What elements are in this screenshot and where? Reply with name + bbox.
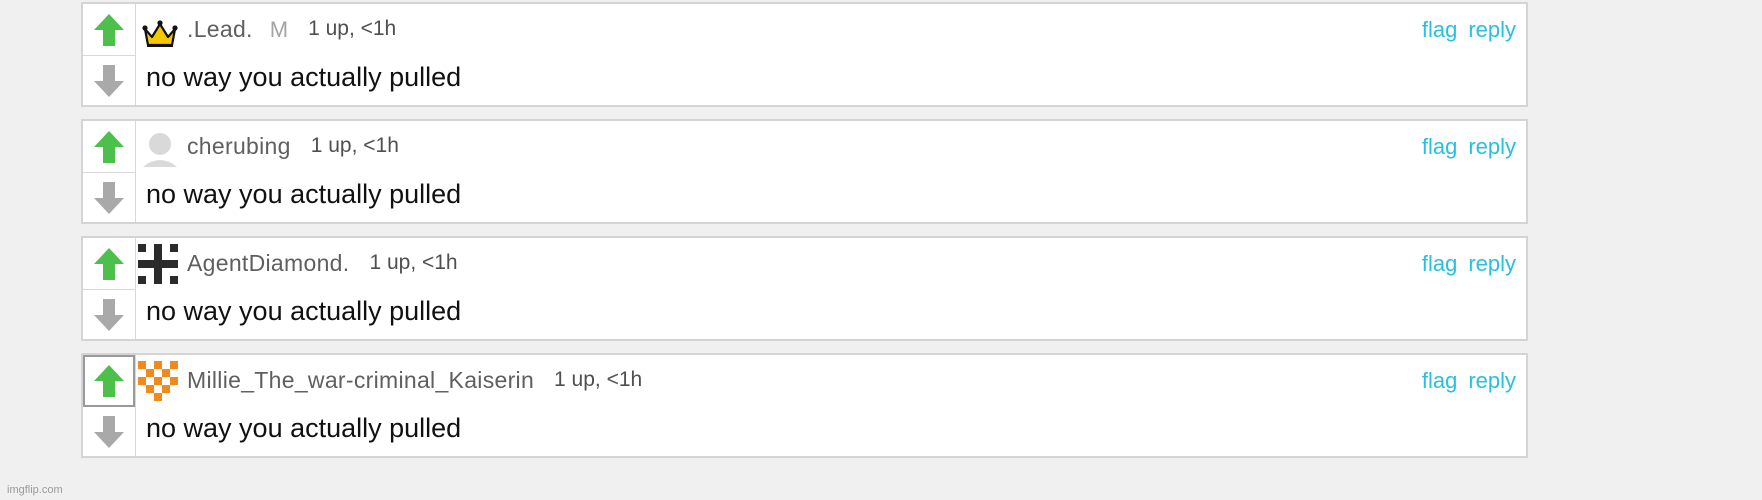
reply-link[interactable]: reply [1468,368,1516,394]
vote-column [83,121,136,222]
upvote-arrow-icon [94,130,124,163]
comment-text: no way you actually pulled [146,179,462,209]
flag-link[interactable]: flag [1422,251,1457,277]
username-link[interactable]: cherubing [187,133,291,160]
upvote-arrow-icon [94,364,124,397]
default-user-icon[interactable] [142,131,180,167]
comment-actions: flag reply [1422,251,1516,277]
upvote-button[interactable] [83,121,135,173]
username-link[interactable]: Millie_The_war-criminal_Kaiserin [187,367,534,394]
comment-text: no way you actually pulled [146,296,462,326]
comment: .Lead. M 1 up, <1h flag reply no way you… [81,2,1528,107]
watermark: imgflip.com [7,484,63,496]
upvote-button[interactable] [83,355,135,407]
flag-link[interactable]: flag [1422,134,1457,160]
reply-link[interactable]: reply [1468,134,1516,160]
vote-column [83,4,136,105]
downvote-button[interactable] [83,172,135,223]
comment-stats: 1 up, <1h [554,368,643,391]
reply-link[interactable]: reply [1468,17,1516,43]
crown-icon[interactable] [142,14,180,50]
orange-pixel-icon[interactable] [138,361,178,401]
comment-stats: 1 up, <1h [308,17,397,40]
downvote-arrow-icon [94,298,124,331]
comment: Millie_The_war-criminal_Kaiserin 1 up, <… [81,353,1528,458]
comment-meta: AgentDiamond. 1 up, <1h [187,250,458,280]
comment-actions: flag reply [1422,17,1516,43]
downvote-arrow-icon [94,415,124,448]
comment-actions: flag reply [1422,368,1516,394]
comment-list: .Lead. M 1 up, <1h flag reply no way you… [81,2,1528,470]
comment-text: no way you actually pulled [146,413,462,443]
downvote-arrow-icon [94,64,124,97]
comment-meta: .Lead. M 1 up, <1h [187,16,396,46]
mod-badge: M [269,17,289,42]
flag-link[interactable]: flag [1422,368,1457,394]
flag-link[interactable]: flag [1422,17,1457,43]
comment-meta: Millie_The_war-criminal_Kaiserin 1 up, <… [187,367,642,397]
comment-stats: 1 up, <1h [369,251,458,274]
vote-column [83,355,136,456]
vote-column [83,238,136,339]
downvote-button[interactable] [83,55,135,106]
comment: cherubing 1 up, <1h flag reply no way yo… [81,119,1528,224]
upvote-button[interactable] [83,4,135,56]
comment-meta: cherubing 1 up, <1h [187,133,399,163]
comment-stats: 1 up, <1h [310,134,399,157]
downvote-button[interactable] [83,289,135,340]
pixel-cross-icon[interactable] [138,244,178,284]
comment-text: no way you actually pulled [146,62,462,92]
upvote-button[interactable] [83,238,135,290]
upvote-arrow-icon [94,247,124,280]
downvote-arrow-icon [94,181,124,214]
username-link[interactable]: AgentDiamond. [187,250,349,277]
upvote-arrow-icon [94,13,124,46]
downvote-button[interactable] [83,406,135,457]
comment-actions: flag reply [1422,134,1516,160]
reply-link[interactable]: reply [1468,251,1516,277]
comment: AgentDiamond. 1 up, <1h flag reply no wa… [81,236,1528,341]
username-link[interactable]: .Lead. [187,16,253,43]
